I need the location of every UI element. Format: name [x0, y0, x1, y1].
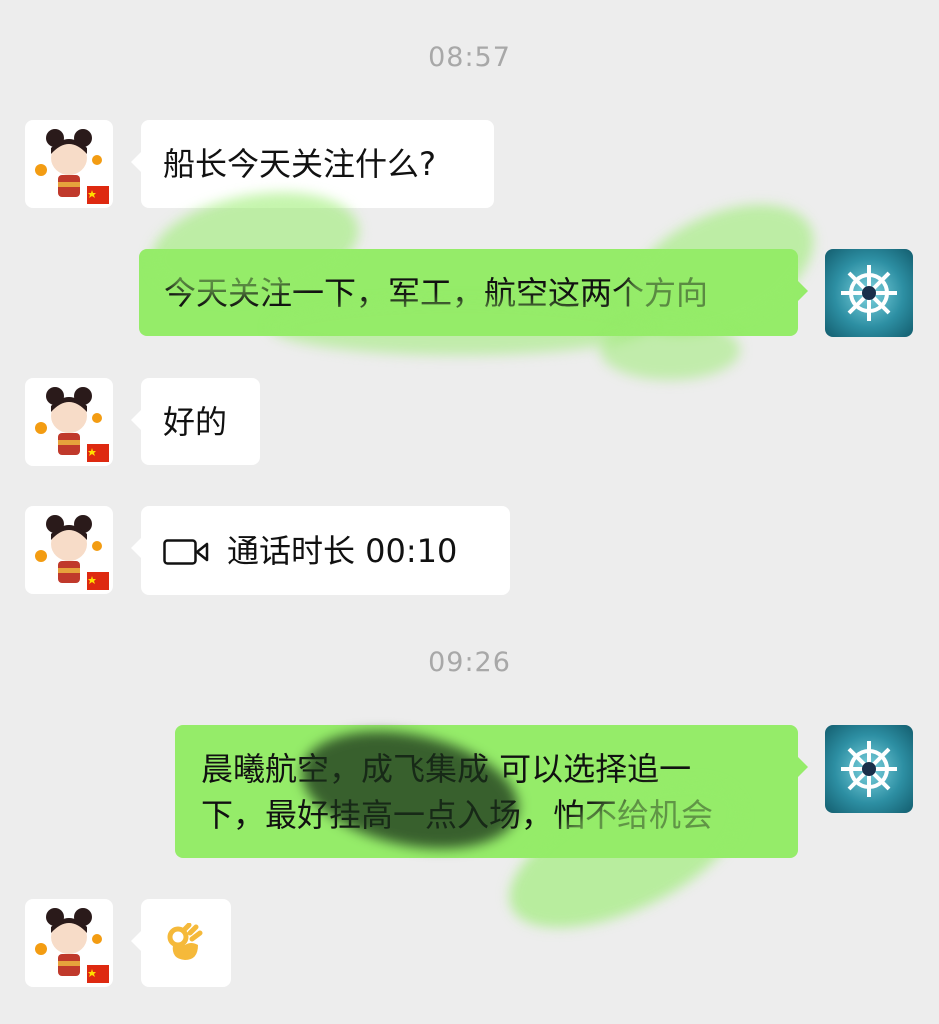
cartoon-girl-icon [35, 387, 109, 462]
video-camera-icon [163, 539, 209, 565]
video-call-bubble[interactable]: 通话时长 00:10 [131, 506, 510, 595]
message-bubble-outgoing[interactable]: 晨曦航空，成飞集成 可以选择追一 下，最好挂高一点入场，怕不给机会 [175, 725, 808, 858]
message-text: 今天关注一下，军工，航空这两个方向 [164, 274, 709, 312]
message-text-line: 晨曦航空，成飞集成 可以选择追一 [201, 750, 692, 788]
message-text: 好的 [163, 403, 228, 441]
message-bubble-incoming[interactable] [131, 899, 231, 987]
timestamp: 08:57 [428, 42, 511, 73]
message-text: 船长今天关注什么? [163, 145, 436, 183]
my-avatar[interactable] [825, 249, 913, 337]
ok-hand-emoji [167, 923, 203, 960]
my-avatar[interactable] [825, 725, 913, 813]
message-bubble-outgoing[interactable]: 今天关注一下，军工，航空这两个方向 [139, 249, 808, 336]
message-bubble-incoming[interactable]: 好的 [131, 378, 260, 465]
message-bubble-incoming[interactable]: 船长今天关注什么? [131, 120, 494, 208]
cartoon-girl-icon [35, 515, 109, 590]
contact-avatar[interactable] [25, 506, 113, 594]
cartoon-girl-icon [35, 908, 109, 983]
call-duration-text: 通话时长 00:10 [227, 532, 458, 570]
ship-wheel-icon [841, 741, 897, 797]
contact-avatar[interactable] [25, 120, 113, 208]
cartoon-girl-icon [35, 129, 109, 204]
ship-wheel-icon [841, 265, 897, 321]
contact-avatar[interactable] [25, 899, 113, 987]
timestamp: 09:26 [428, 647, 511, 678]
contact-avatar[interactable] [25, 378, 113, 466]
message-text-line: 下，最好挂高一点入场，怕不给机会 [201, 796, 714, 834]
